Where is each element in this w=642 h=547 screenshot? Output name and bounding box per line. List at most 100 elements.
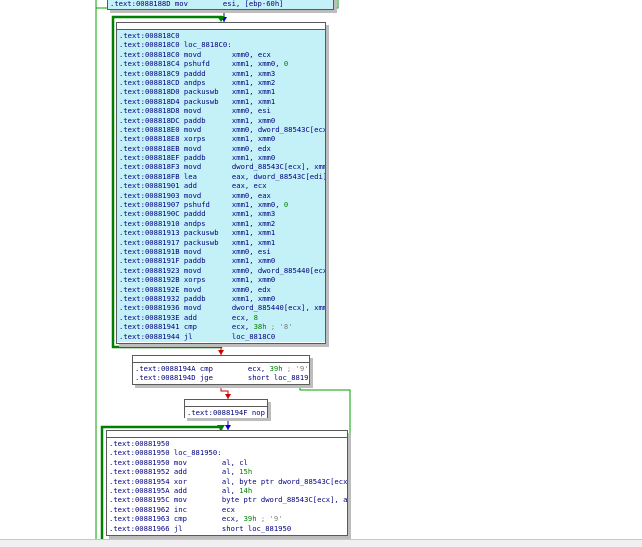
operands: eax, ecx	[231, 181, 267, 191]
asm-line[interactable]: .text:0088194D jge short loc_881968	[135, 373, 309, 382]
asm-line[interactable]: .text:0088194A cmp ecx, 39h ; '9'	[135, 364, 309, 373]
mnemonic: movd	[183, 49, 202, 59]
code-block[interactable]: .text:0088194A cmp ecx, 39h ; '9' .text:00…	[132, 355, 310, 385]
asm-line[interactable]: .text:00881952 add al, 15h	[109, 467, 347, 476]
mnemonic: paddb	[183, 256, 206, 266]
asm-line[interactable]: .text:00881917 packuswb xmm1, xmm1	[119, 238, 325, 247]
address: .text:00881907	[119, 200, 180, 210]
code-block[interactable]: .text:008818C0 .text:008818C0 loc_8818C0:…	[116, 22, 326, 344]
asm-line[interactable]: .text:00881913 packuswb xmm1, xmm1	[119, 228, 325, 237]
operands: xmm1, xmm0,	[231, 200, 284, 210]
asm-line[interactable]: .text:008818E8 xorps xmm1, xmm0	[119, 134, 325, 143]
asm-line[interactable]: .text:00881901 add eax, ecx	[119, 181, 325, 190]
ida-graph-view[interactable]: .text:0088188D mov esi, [ebp-60h] .text:0…	[0, 0, 642, 547]
comment: ; '9'	[256, 514, 283, 524]
asm-line[interactable]: .text:0088192E movd xmm0, edx	[119, 285, 325, 294]
comment: ; '9'	[282, 364, 309, 373]
asm-line[interactable]: .text:008818C0	[119, 31, 325, 40]
immediate: 15h	[239, 467, 253, 477]
asm-line[interactable]: .text:008818DC paddb xmm1, xmm0	[119, 116, 325, 125]
horizontal-scrollbar[interactable]	[0, 539, 642, 547]
asm-line[interactable]: .text:00881963 cmp ecx, 39h ; '9'	[109, 514, 347, 523]
address: .text:008818CD	[119, 77, 180, 87]
asm-line[interactable]: .text:00881954 xor al, byte ptr dword_885…	[109, 477, 347, 486]
operands: xmm1, xmm0	[231, 153, 276, 163]
address: .text:00881936	[119, 303, 180, 313]
mnemonic: movd	[183, 303, 202, 313]
address: .text:00881966	[109, 523, 170, 533]
operands: ecx,	[221, 514, 244, 524]
code-block[interactable]: .text:0088188D mov esi, [ebp-60h]	[107, 0, 334, 10]
mnemonic: jl	[183, 331, 193, 341]
operands: xmm1, xmm1	[231, 96, 276, 106]
address: .text:00881901	[119, 181, 180, 191]
immediate: 8	[253, 312, 258, 322]
address: .text:008818DC	[119, 115, 180, 125]
operands: al,	[221, 467, 240, 477]
immediate: 14h	[239, 485, 253, 495]
operands: esi, [ebp-60h]	[222, 0, 284, 8]
asm-line[interactable]: .text:008818D0 packuswb xmm1, xmm1	[119, 87, 325, 96]
asm-line[interactable]: .text:00881944 jl loc_8818C0	[119, 332, 325, 341]
asm-line[interactable]: .text:00881966 jl short loc_881950	[109, 524, 347, 533]
asm-line[interactable]: .text:0088193E add ecx, 8	[119, 313, 325, 322]
asm-line[interactable]: .text:00881950	[109, 439, 347, 448]
address: .text:008818C0	[119, 49, 180, 59]
operands: eax, dword_88543C[edi]	[231, 171, 325, 181]
asm-line[interactable]: .text:008818C0 loc_8818C0:	[119, 40, 325, 49]
asm-line[interactable]: .text:00881936 movd dword_885440[ecx], xm…	[119, 303, 325, 312]
code-block[interactable]: .text:00881950 .text:00881950 loc_881950:…	[106, 430, 348, 536]
asm-line[interactable]: .text:0088188D mov esi, [ebp-60h]	[110, 0, 333, 8]
asm-line[interactable]: .text:008818FB lea eax, dword_88543C[edi]	[119, 172, 325, 181]
address: .text:00881944	[119, 331, 180, 341]
asm-line[interactable]: .text:0088195C mov byte ptr dword_88543C[…	[109, 495, 347, 504]
operands: short loc_881950	[221, 523, 292, 533]
asm-line[interactable]: .text:00881950 mov al, cl	[109, 458, 347, 467]
asm-line[interactable]: .text:00881923 movd xmm0, dword_885440[ec…	[119, 266, 325, 275]
asm-line[interactable]: .text:008818CD andps xmm1, xmm2	[119, 78, 325, 87]
operands: xmm0, dword_885440[ecx]	[231, 265, 325, 275]
asm-line[interactable]: .text:00881903 movd xmm0, eax	[119, 191, 325, 200]
asm-line[interactable]: .text:0088194F nop	[187, 408, 267, 417]
mnemonic: packuswb	[183, 96, 219, 106]
asm-line[interactable]: .text:00881950 loc_881950:	[109, 448, 347, 457]
asm-line[interactable]: .text:008818F3 movd dword_88543C[ecx], xm…	[119, 162, 325, 171]
address: .text:0088192B	[119, 275, 180, 285]
asm-line[interactable]: .text:008818EF paddb xmm1, xmm0	[119, 153, 325, 162]
asm-line[interactable]: .text:0088191F paddb xmm1, xmm0	[119, 256, 325, 265]
mnemonic: movd	[183, 143, 202, 153]
operands: xmm0, eax	[231, 190, 271, 200]
address: .text:008818F3	[119, 162, 180, 172]
mnemonic: jl	[173, 523, 183, 533]
operands: al, cl	[221, 457, 248, 467]
asm-line[interactable]: .text:008818C0 movd xmm0, ecx	[119, 50, 325, 59]
asm-line[interactable]: .text:008818C4 pshufd xmm1, xmm0, 0	[119, 59, 325, 68]
operands: xmm1, xmm3	[231, 209, 276, 219]
mnemonic: movd	[183, 284, 202, 294]
asm-line[interactable]: .text:008818EB movd xmm0, edx	[119, 144, 325, 153]
asm-line[interactable]: .text:00881941 cmp ecx, 38h ; '8'	[119, 322, 325, 331]
asm-line[interactable]: .text:0088190C paddd xmm1, xmm3	[119, 209, 325, 218]
asm-line[interactable]: .text:0088192B xorps xmm1, xmm0	[119, 275, 325, 284]
asm-line[interactable]: .text:008818D4 packuswb xmm1, xmm1	[119, 97, 325, 106]
asm-line[interactable]: .text:008818E0 movd xmm0, dword_88543C[ec…	[119, 125, 325, 134]
asm-line[interactable]: .text:00881962 inc ecx	[109, 505, 347, 514]
address: .text:0088191B	[119, 246, 180, 256]
asm-line[interactable]: .text:0088191B movd xmm0, esi	[119, 247, 325, 256]
mnemonic: lea	[183, 171, 197, 181]
code-block[interactable]: .text:0088194F nop	[184, 399, 268, 419]
address: .text:008818E8	[119, 134, 180, 144]
asm-line[interactable]: .text:00881932 paddb xmm1, xmm0	[119, 294, 325, 303]
asm-line[interactable]: .text:008818D8 movd xmm0, esi	[119, 106, 325, 115]
asm-line[interactable]: .text:008818C9 paddd xmm1, xmm3	[119, 69, 325, 78]
asm-line[interactable]: .text:0088195A add al, 14h	[109, 486, 347, 495]
address: .text:0088191F	[119, 256, 180, 266]
asm-line[interactable]: .text:00881907 pshufd xmm1, xmm0, 0	[119, 200, 325, 209]
operands: xmm1, xmm0	[231, 256, 276, 266]
mnemonic: andps	[183, 77, 206, 87]
mnemonic: paddb	[183, 293, 206, 303]
address: .text:00881932	[119, 293, 180, 303]
operands: xmm1, xmm1	[231, 87, 276, 97]
asm-line[interactable]: .text:00881910 andps xmm1, xmm2	[119, 219, 325, 228]
address: .text:00881950	[109, 439, 170, 448]
